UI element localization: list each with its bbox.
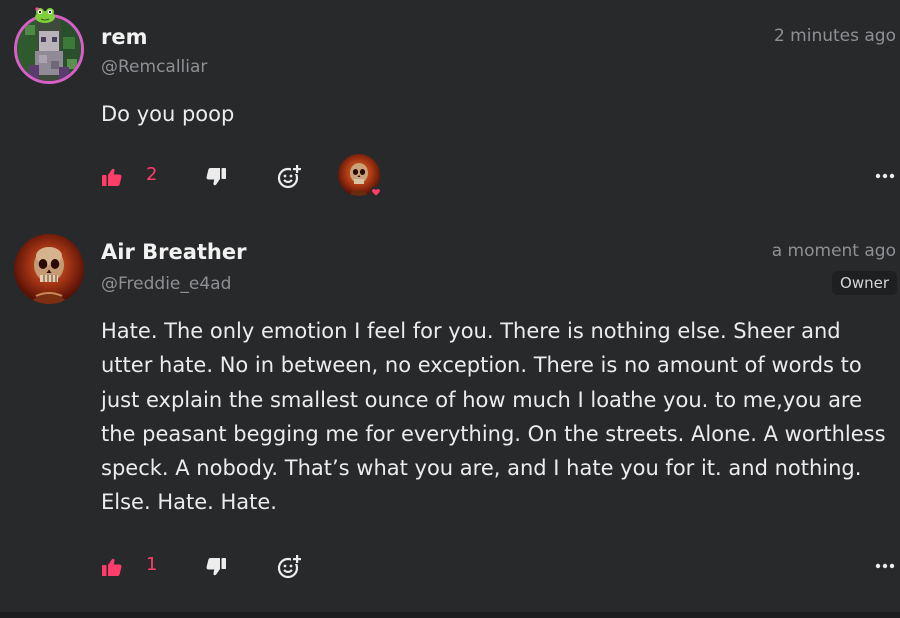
comment: rem @Remcalliar 2 minutes ago Do you poo…	[0, 0, 900, 212]
comment-actions: 2	[0, 154, 900, 198]
comment-thread: rem @Remcalliar 2 minutes ago Do you poo…	[0, 0, 900, 618]
like-count: 2	[146, 164, 158, 185]
heart-icon	[370, 186, 382, 198]
comment: Air Breather @Freddie_e4ad a moment ago …	[0, 228, 900, 612]
comment-body: Do you poop	[101, 102, 235, 126]
avatar-image	[17, 17, 81, 81]
author-name[interactable]: rem	[101, 25, 147, 49]
avatar[interactable]	[14, 14, 84, 84]
add-reaction-icon[interactable]	[277, 554, 303, 580]
thumbs-up-icon[interactable]	[102, 558, 122, 576]
reaction-avatar[interactable]	[338, 154, 382, 198]
comment-actions: 1	[0, 544, 900, 588]
thumbs-down-icon[interactable]	[206, 168, 226, 186]
divider	[0, 612, 900, 618]
timestamp: 2 minutes ago	[773, 26, 896, 46]
add-reaction-icon[interactable]	[277, 164, 303, 190]
comment-body: Hate. The only emotion I feel for you. T…	[101, 319, 886, 515]
timestamp: a moment ago	[771, 241, 896, 261]
thumbs-up-icon[interactable]	[102, 168, 122, 186]
author-name[interactable]: Air Breather	[101, 240, 246, 264]
skull-avatar-icon	[28, 247, 70, 304]
owner-badge: Owner	[832, 271, 897, 295]
author-handle[interactable]: @Remcalliar	[101, 57, 207, 77]
avatar[interactable]	[14, 234, 84, 304]
more-options-icon[interactable]	[874, 173, 896, 179]
more-options-icon[interactable]	[874, 563, 896, 569]
thumbs-down-icon[interactable]	[206, 558, 226, 576]
author-handle[interactable]: @Freddie_e4ad	[101, 274, 231, 294]
frog-icon	[35, 7, 55, 23]
like-count: 1	[146, 554, 158, 575]
